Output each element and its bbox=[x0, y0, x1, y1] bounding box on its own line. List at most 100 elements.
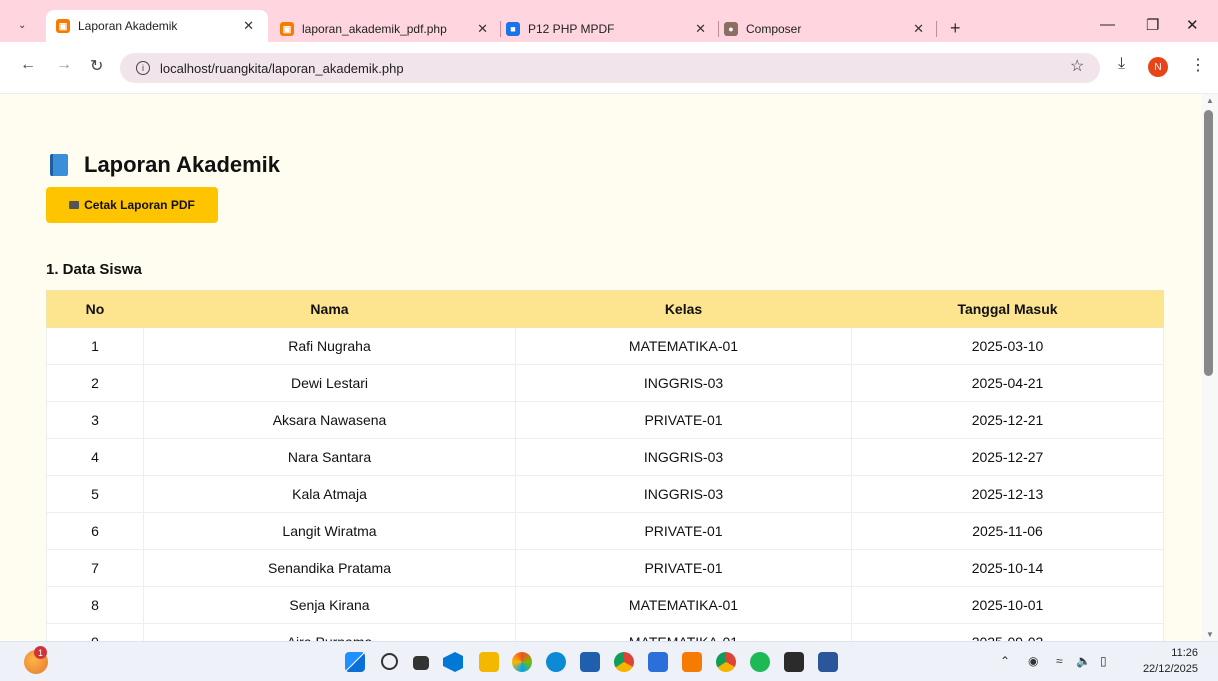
restore-icon[interactable]: ❐ bbox=[1146, 16, 1159, 34]
chrome-icon[interactable] bbox=[614, 652, 634, 672]
tab-search-chevron-icon[interactable]: ⌄ bbox=[18, 20, 32, 34]
table-row: 8 Senja Kirana MATEMATIKA-01 2025-10-01 bbox=[46, 586, 1164, 624]
cell-nama: Senja Kirana bbox=[143, 586, 516, 624]
start-icon[interactable] bbox=[345, 652, 365, 672]
notification-badge: 1 bbox=[34, 646, 47, 659]
close-tab-icon[interactable]: ✕ bbox=[913, 21, 924, 37]
scrollbar-thumb[interactable] bbox=[1204, 110, 1213, 376]
clock-time: 11:26 bbox=[1171, 647, 1198, 659]
wifi-icon[interactable]: ≈ bbox=[1056, 654, 1063, 668]
cell-kelas: MATEMATIKA-01 bbox=[515, 327, 852, 365]
cell-nama: Rafi Nugraha bbox=[143, 327, 516, 365]
cell-tanggal: 2025-12-27 bbox=[851, 438, 1164, 476]
document-favicon-icon: ■ bbox=[506, 22, 520, 36]
windows-taskbar: 1 ⌃ ◉ ≈ 🔈 ▯ 11:26 22/12/2025 bbox=[0, 641, 1218, 681]
cell-kelas: PRIVATE-01 bbox=[515, 401, 852, 439]
word-icon[interactable] bbox=[818, 652, 838, 672]
book-icon bbox=[50, 154, 68, 176]
cell-kelas: MATEMATIKA-01 bbox=[515, 623, 852, 641]
profile-avatar[interactable]: N bbox=[1148, 57, 1168, 77]
cell-kelas: PRIVATE-01 bbox=[515, 512, 852, 550]
cell-tanggal: 2025-12-13 bbox=[851, 475, 1164, 513]
browser-menu-icon[interactable]: ⋮ bbox=[1190, 55, 1206, 75]
back-arrow-icon[interactable]: ← bbox=[20, 56, 36, 74]
search-icon[interactable] bbox=[381, 653, 398, 670]
cell-no: 5 bbox=[46, 475, 144, 513]
cell-nama: Dewi Lestari bbox=[143, 364, 516, 402]
edge-icon[interactable] bbox=[546, 652, 566, 672]
page-title: Laporan Akademik bbox=[50, 152, 280, 178]
cell-kelas: INGGRIS-03 bbox=[515, 364, 852, 402]
table-row: 5 Kala Atmaja INGGRIS-03 2025-12-13 bbox=[46, 475, 1164, 513]
download-icon[interactable]: ⤓ bbox=[1118, 55, 1125, 73]
close-tab-icon[interactable]: ✕ bbox=[477, 21, 488, 37]
vscode-icon[interactable] bbox=[443, 652, 463, 672]
cell-nama: Langit Wiratma bbox=[143, 512, 516, 550]
section-title: 1. Data Siswa bbox=[46, 261, 142, 278]
cell-kelas: INGGRIS-03 bbox=[515, 438, 852, 476]
minimize-icon[interactable]: — bbox=[1100, 16, 1115, 33]
file-explorer-icon[interactable] bbox=[479, 652, 499, 672]
column-header: Nama bbox=[143, 290, 516, 328]
close-window-icon[interactable]: ✕ bbox=[1186, 16, 1199, 34]
tab-laporan-pdf[interactable]: ▣ laporan_akademik_pdf.php ✕ bbox=[280, 16, 492, 42]
print-pdf-button[interactable]: Cetak Laporan PDF bbox=[46, 187, 218, 223]
spotify-icon[interactable] bbox=[750, 652, 770, 672]
cell-tanggal: 2025-09-03 bbox=[851, 623, 1164, 641]
table-header-row: No Nama Kelas Tanggal Masuk bbox=[46, 290, 1164, 328]
composer-favicon-icon: ● bbox=[724, 22, 738, 36]
bookmark-star-icon[interactable]: ☆ bbox=[1070, 56, 1084, 76]
cell-nama: Aira Purnama bbox=[143, 623, 516, 641]
tab-laporan-akademik[interactable]: ▣ Laporan Akademik ✕ bbox=[46, 10, 268, 42]
cell-kelas: INGGRIS-03 bbox=[515, 475, 852, 513]
remote-desktop-icon[interactable] bbox=[648, 652, 668, 672]
new-tab-plus-icon[interactable]: + bbox=[950, 18, 961, 39]
scroll-up-arrow-icon[interactable]: ▲ bbox=[1206, 96, 1214, 105]
forward-arrow-icon[interactable]: → bbox=[56, 56, 72, 74]
cell-nama: Senandika Pratama bbox=[143, 549, 516, 587]
cell-tanggal: 2025-10-01 bbox=[851, 586, 1164, 624]
navigation-bar: ← → ↻ i localhost/ruangkita/laporan_akad… bbox=[0, 42, 1218, 94]
copilot-icon[interactable] bbox=[512, 652, 532, 672]
show-hidden-icons-chevron-icon[interactable]: ⌃ bbox=[1000, 654, 1010, 668]
task-view-icon[interactable] bbox=[413, 656, 429, 670]
cell-tanggal: 2025-11-06 bbox=[851, 512, 1164, 550]
terminal-icon[interactable] bbox=[784, 652, 804, 672]
network-icon[interactable]: ◉ bbox=[1028, 654, 1038, 668]
cell-no: 2 bbox=[46, 364, 144, 402]
volume-muted-icon[interactable]: 🔈 bbox=[1076, 654, 1091, 668]
tab-separator bbox=[500, 21, 501, 37]
address-bar[interactable]: i localhost/ruangkita/laporan_akademik.p… bbox=[120, 53, 1100, 83]
table-row: 6 Langit Wiratma PRIVATE-01 2025-11-06 bbox=[46, 512, 1164, 550]
system-clock[interactable]: 11:26 22/12/2025 bbox=[1138, 645, 1198, 677]
tab-p12-php-mpdf[interactable]: ■ P12 PHP MPDF ✕ bbox=[506, 16, 710, 42]
table-row: 4 Nara Santara INGGRIS-03 2025-12-27 bbox=[46, 438, 1164, 476]
cell-tanggal: 2025-04-21 bbox=[851, 364, 1164, 402]
print-pdf-label: Cetak Laporan PDF bbox=[84, 198, 195, 212]
xampp-favicon-icon: ▣ bbox=[280, 22, 294, 36]
xampp-icon[interactable] bbox=[682, 652, 702, 672]
address-url: localhost/ruangkita/laporan_akademik.php bbox=[160, 60, 404, 76]
battery-icon[interactable]: ▯ bbox=[1100, 654, 1107, 668]
page-scrollbar[interactable]: ▲ ▼ bbox=[1202, 94, 1218, 641]
cell-no: 4 bbox=[46, 438, 144, 476]
column-header: Kelas bbox=[515, 290, 852, 328]
scroll-down-arrow-icon[interactable]: ▼ bbox=[1206, 630, 1214, 639]
tab-title: laporan_akademik_pdf.php bbox=[302, 22, 447, 36]
cell-kelas: PRIVATE-01 bbox=[515, 549, 852, 587]
cell-no: 6 bbox=[46, 512, 144, 550]
table-row: 2 Dewi Lestari INGGRIS-03 2025-04-21 bbox=[46, 364, 1164, 402]
tab-composer[interactable]: ● Composer ✕ bbox=[724, 16, 928, 42]
cell-tanggal: 2025-12-21 bbox=[851, 401, 1164, 439]
table-row: 1 Rafi Nugraha MATEMATIKA-01 2025-03-10 bbox=[46, 327, 1164, 365]
reload-icon[interactable]: ↻ bbox=[90, 56, 103, 76]
tab-separator bbox=[936, 21, 937, 37]
page-content: Laporan Akademik Cetak Laporan PDF 1. Da… bbox=[0, 94, 1202, 641]
tab-title: P12 PHP MPDF bbox=[528, 22, 615, 36]
weather-widget-icon[interactable]: 1 bbox=[24, 646, 48, 674]
close-tab-icon[interactable]: ✕ bbox=[695, 21, 706, 37]
chrome-profile-icon[interactable] bbox=[716, 652, 736, 672]
close-tab-icon[interactable]: ✕ bbox=[243, 18, 254, 34]
site-info-icon[interactable]: i bbox=[136, 61, 150, 75]
store-icon[interactable] bbox=[580, 652, 600, 672]
